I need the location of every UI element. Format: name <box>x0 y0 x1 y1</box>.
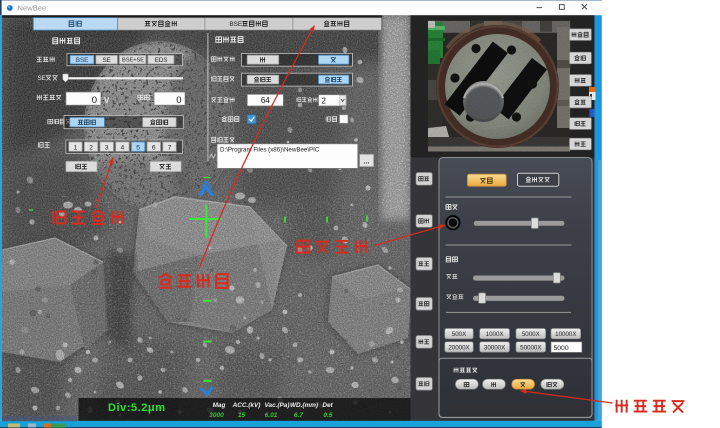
svg-text:NewBee: NewBee <box>18 4 47 13</box>
svg-text:3000: 3000 <box>209 412 224 419</box>
svg-text:BSE+SE: BSE+SE <box>122 58 144 64</box>
svg-text:...: ... <box>364 159 370 166</box>
svg-text:0.5: 0.5 <box>323 412 332 419</box>
svg-text:EDS: EDS <box>155 57 168 64</box>
svg-text:BSE: BSE <box>229 21 242 28</box>
svg-text:2: 2 <box>322 96 327 105</box>
svg-text:5: 5 <box>136 144 140 151</box>
svg-text:Vac.(Pa): Vac.(Pa) <box>265 402 290 409</box>
svg-text:SE: SE <box>103 57 111 64</box>
svg-text:30000X: 30000X <box>484 345 505 352</box>
svg-text:Mag: Mag <box>213 402 226 409</box>
svg-text:64: 64 <box>261 96 270 105</box>
svg-text:WD.(mm): WD.(mm) <box>290 402 318 409</box>
svg-text:6.7: 6.7 <box>294 412 303 419</box>
svg-text:2: 2 <box>89 144 93 151</box>
svg-text:1: 1 <box>74 144 78 151</box>
svg-text:6.01: 6.01 <box>265 412 278 419</box>
svg-text:6: 6 <box>152 144 156 151</box>
svg-text:3: 3 <box>105 144 109 151</box>
svg-text:D:\Program Files (x86)\NewBee\: D:\Program Files (x86)\NewBee\PIC <box>220 146 320 153</box>
svg-text:5000X: 5000X <box>522 331 540 338</box>
svg-text:10000X: 10000X <box>555 331 576 338</box>
svg-text:0: 0 <box>92 95 97 106</box>
svg-text:500X: 500X <box>452 331 466 338</box>
svg-text:Div:5.2μm: Div:5.2μm <box>108 402 166 414</box>
svg-text:SE: SE <box>38 75 46 82</box>
svg-text:15: 15 <box>238 412 246 419</box>
svg-text:20000X: 20000X <box>448 345 469 352</box>
svg-text:5000: 5000 <box>554 345 569 352</box>
svg-text:BSE: BSE <box>76 57 88 64</box>
svg-text:4: 4 <box>121 144 125 151</box>
svg-text:50000X: 50000X <box>520 345 541 352</box>
svg-text:7: 7 <box>168 144 172 151</box>
svg-text:Det: Det <box>322 402 333 409</box>
svg-text:V: V <box>104 96 110 105</box>
svg-text:1000X: 1000X <box>486 331 504 338</box>
svg-text:ACC.(kV): ACC.(kV) <box>232 402 261 409</box>
svg-text:0: 0 <box>176 95 181 106</box>
